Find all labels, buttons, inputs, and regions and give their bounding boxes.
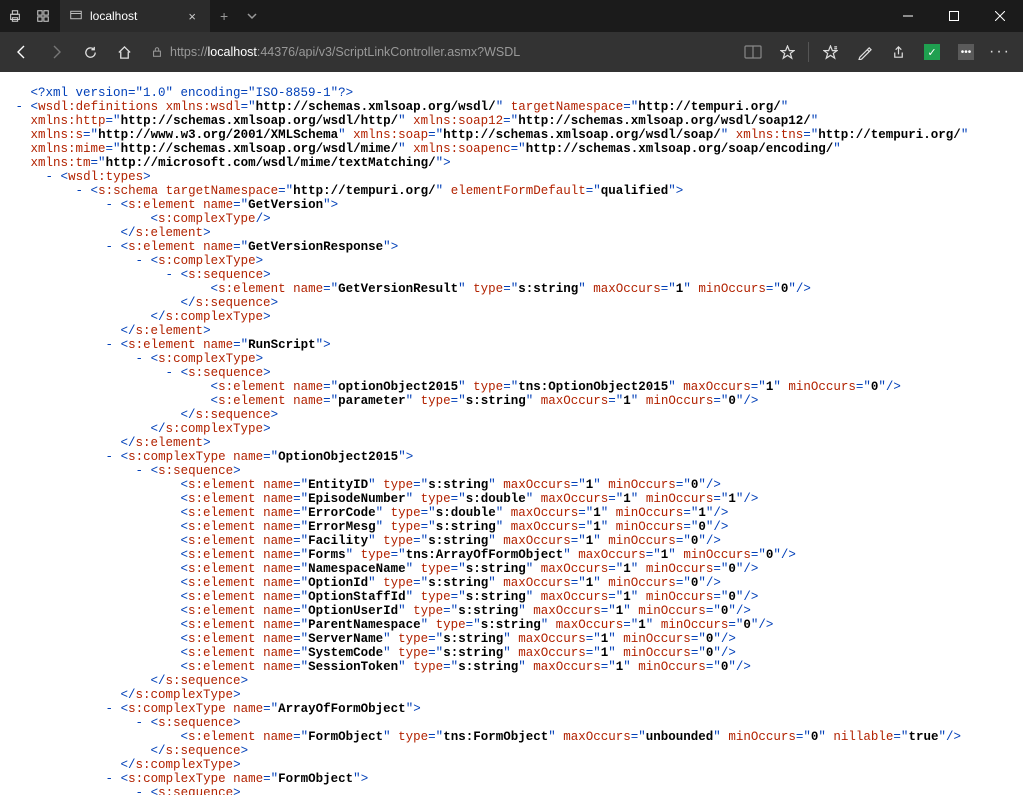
- browser-tab[interactable]: localhost ×: [60, 0, 210, 32]
- window-titlebar: localhost × +: [0, 0, 1023, 32]
- share-icon[interactable]: [881, 36, 915, 68]
- browser-navbar: https://localhost:44376/api/v3/ScriptLin…: [0, 32, 1023, 72]
- window-controls: [885, 0, 1023, 32]
- favorite-star-icon[interactable]: [770, 36, 804, 68]
- tab-title: localhost: [90, 9, 137, 23]
- forward-button[interactable]: [40, 36, 72, 68]
- lock-icon: [144, 46, 170, 58]
- notes-icon[interactable]: [847, 36, 881, 68]
- new-tab-button[interactable]: +: [210, 0, 238, 32]
- tab-chevron-down-icon[interactable]: [238, 0, 266, 32]
- more-menu-icon[interactable]: ···: [983, 36, 1017, 68]
- home-button[interactable]: [108, 36, 140, 68]
- refresh-button[interactable]: [74, 36, 106, 68]
- tab-favicon: [70, 9, 82, 24]
- page-content: <?xml version="1.0" encoding="ISO-8859-1…: [0, 72, 1023, 795]
- url-text: https://localhost:44376/api/v3/ScriptLin…: [170, 45, 520, 59]
- extension-menu-icon[interactable]: •••: [949, 36, 983, 68]
- reading-view-icon[interactable]: [736, 36, 770, 68]
- extension-check-icon[interactable]: ✓: [915, 36, 949, 68]
- close-button[interactable]: [977, 0, 1023, 32]
- print-icon[interactable]: [8, 9, 22, 23]
- address-bar[interactable]: https://localhost:44376/api/v3/ScriptLin…: [144, 38, 730, 66]
- favorites-list-icon[interactable]: [813, 36, 847, 68]
- tab-close-button[interactable]: ×: [184, 9, 200, 24]
- titlebar-left-icons: [0, 0, 50, 32]
- maximize-button[interactable]: [931, 0, 977, 32]
- back-button[interactable]: [6, 36, 38, 68]
- minimize-button[interactable]: [885, 0, 931, 32]
- windows-icon[interactable]: [36, 9, 50, 23]
